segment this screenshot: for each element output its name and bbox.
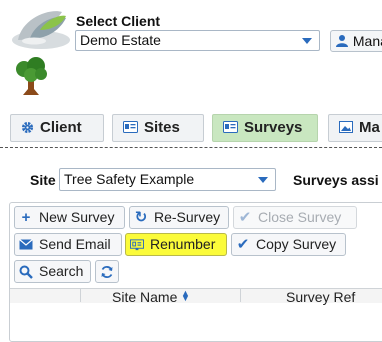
tab-surveys[interactable]: Surveys xyxy=(212,114,318,142)
manage-button[interactable]: Mana xyxy=(330,30,382,52)
envelope-icon xyxy=(19,239,33,250)
new-survey-label: New Survey xyxy=(39,209,115,225)
new-survey-button[interactable]: + New Survey xyxy=(14,206,125,229)
column-header-survey-ref[interactable]: Survey Ref xyxy=(286,289,355,305)
refresh-icon xyxy=(101,265,113,278)
close-survey-label: Close Survey xyxy=(258,209,342,225)
close-survey-button[interactable]: ✔ Close Survey xyxy=(233,206,357,229)
tree-icon xyxy=(16,57,47,95)
select-client-label: Select Client xyxy=(76,13,161,29)
tab-sites-label: Sites xyxy=(144,119,180,136)
site-select[interactable]: Tree Safety Example xyxy=(59,168,276,191)
tab-client-label: Client xyxy=(40,119,82,136)
site-label: Site xyxy=(30,172,56,188)
id-card-icon xyxy=(123,121,138,134)
tab-maps-label: Ma xyxy=(359,119,380,136)
copy-survey-label: Copy Survey xyxy=(256,236,337,252)
tab-client[interactable]: Client xyxy=(10,114,104,142)
client-select[interactable]: Demo Estate xyxy=(75,30,320,51)
section-divider xyxy=(0,147,382,148)
re-survey-button[interactable]: ↻ Re-Survey xyxy=(129,206,229,229)
search-label: Search xyxy=(39,263,84,279)
tab-sites[interactable]: Sites xyxy=(112,114,204,142)
chevron-down-icon xyxy=(258,177,268,183)
send-email-button[interactable]: Send Email xyxy=(14,233,122,256)
site-select-value: Tree Safety Example xyxy=(64,171,195,187)
column-divider xyxy=(80,288,81,302)
renumber-button[interactable]: Renumber xyxy=(125,233,227,256)
re-survey-label: Re-Survey xyxy=(154,209,221,225)
checkmark-icon: ✔ xyxy=(238,209,252,226)
tab-surveys-label: Surveys xyxy=(244,119,303,136)
checkmark-icon: ✔ xyxy=(236,236,250,253)
search-button[interactable]: Search xyxy=(14,260,91,283)
chevron-down-icon xyxy=(302,38,312,44)
copy-survey-button[interactable]: ✔ Copy Survey xyxy=(231,233,346,256)
surveys-assigned-label: Surveys assi xyxy=(293,172,379,188)
sort-icon[interactable]: ▲ ▼ xyxy=(181,289,190,303)
search-icon xyxy=(19,265,33,279)
client-select-value: Demo Estate xyxy=(80,32,161,48)
plus-icon: + xyxy=(21,209,31,226)
column-header-site-name[interactable]: Site Name xyxy=(112,289,177,305)
manage-button-label: Mana xyxy=(352,33,382,49)
redo-icon: ↻ xyxy=(134,209,148,226)
user-icon xyxy=(336,35,348,47)
tab-maps[interactable]: Ma xyxy=(328,114,382,142)
gear-icon xyxy=(21,121,34,133)
renumber-icon xyxy=(130,238,144,250)
app-logo xyxy=(12,11,70,49)
refresh-button[interactable] xyxy=(95,260,119,283)
renumber-label: Renumber xyxy=(150,236,216,252)
send-email-label: Send Email xyxy=(39,236,111,252)
image-icon xyxy=(339,121,353,134)
column-divider xyxy=(240,288,241,302)
id-card-icon xyxy=(223,121,238,134)
